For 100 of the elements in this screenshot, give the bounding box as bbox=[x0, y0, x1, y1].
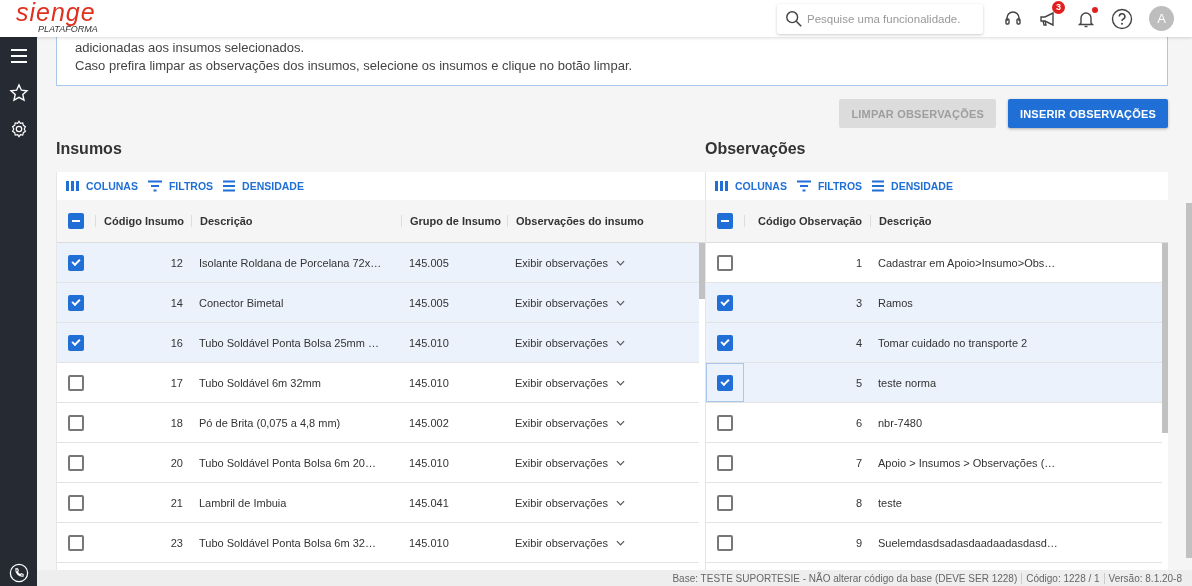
chevron-down-icon[interactable] bbox=[615, 299, 625, 306]
chevron-down-icon[interactable] bbox=[615, 539, 625, 546]
row-checkbox[interactable] bbox=[717, 254, 733, 271]
table-cell-text: 6 bbox=[854, 416, 863, 429]
search-field[interactable]: Pesquise uma funcionalidade. bbox=[777, 3, 983, 34]
table-cell-text: 145.010 bbox=[408, 376, 450, 389]
table-cell-text: Tomar cuidado no transporte 2 bbox=[877, 336, 1029, 349]
row-checkbox[interactable] bbox=[68, 494, 84, 511]
select-all-checkbox[interactable] bbox=[68, 213, 84, 229]
table-row[interactable]: 7 Apoio > Insumos > Observações (… bbox=[706, 443, 1162, 483]
table-row[interactable]: 21 Lambril de Imbuia 145.041 Exibir observações bbox=[57, 483, 699, 523]
table-row[interactable]: 8 teste bbox=[706, 483, 1162, 523]
table-cell-text: Apoio > Insumos > Observações (… bbox=[877, 456, 1057, 469]
table-cell-text: Lambril de Imbuia bbox=[198, 496, 288, 509]
scrollbar-thumb[interactable] bbox=[1162, 243, 1168, 433]
table-cell-text: 145.041 bbox=[408, 496, 450, 509]
row-checkbox[interactable] bbox=[68, 414, 84, 431]
table-cell-text: 5 bbox=[854, 376, 863, 389]
table-cell-text: 4 bbox=[854, 336, 863, 349]
row-checkbox[interactable] bbox=[717, 454, 733, 471]
row-checkbox[interactable] bbox=[717, 414, 733, 431]
table-cell-text: 145.002 bbox=[408, 416, 450, 429]
density-icon bbox=[871, 180, 886, 192]
columns-icon bbox=[66, 180, 80, 192]
column-header[interactable]: Código Insumo bbox=[95, 215, 191, 227]
row-checkbox[interactable] bbox=[68, 454, 84, 471]
filter-icon bbox=[795, 180, 812, 192]
chevron-down-icon[interactable] bbox=[615, 499, 625, 506]
table-cell-text: 145.010 bbox=[408, 456, 450, 469]
row-checkbox[interactable] bbox=[717, 534, 733, 551]
insert-button[interactable]: INSERIR OBSERVAÇÕES bbox=[1007, 99, 1168, 128]
toolbar-button[interactable]: DENSIDADE bbox=[219, 180, 307, 192]
table-cell-text: 145.010 bbox=[408, 536, 450, 549]
table-row[interactable]: 23 Tubo Soldável Ponta Bolsa 6m 32… 145.010 Exibir observações bbox=[57, 523, 699, 563]
notification-badge: 3 bbox=[1052, 0, 1065, 14]
observations-dropdown[interactable]: Exibir observações bbox=[515, 336, 608, 349]
table-cell-text: Tubo Soldável Ponta Bolsa 6m 20… bbox=[198, 456, 377, 469]
toolbar-button[interactable]: FILTROS bbox=[143, 180, 217, 192]
table-row[interactable]: 14 Conector Bimetal 145.005 Exibir observações bbox=[57, 283, 699, 323]
observations-dropdown[interactable]: Exibir observações bbox=[515, 456, 608, 469]
table-row[interactable]: 6 nbr-7480 bbox=[706, 403, 1162, 443]
settings-icon[interactable] bbox=[9, 120, 28, 138]
info-text: Caso prefira limpar as observações dos insumos, selecione os insumos e clique no botão limpar. bbox=[75, 57, 634, 75]
status-text: Código: 1228 / 1 bbox=[1021, 572, 1104, 584]
help-icon[interactable] bbox=[1111, 7, 1133, 30]
phone-icon[interactable] bbox=[8, 563, 29, 583]
table-cell-text: Cadastrar em Apoio>Insumo>Obs… bbox=[877, 256, 1057, 269]
chevron-down-icon[interactable] bbox=[615, 339, 625, 346]
column-header[interactable]: Grupo de Insumo bbox=[401, 215, 507, 227]
observations-dropdown[interactable]: Exibir observações bbox=[515, 536, 608, 549]
observations-dropdown[interactable]: Exibir observações bbox=[515, 296, 608, 309]
toolbar-button[interactable]: FILTROS bbox=[792, 180, 866, 192]
logo[interactable]: sienge bbox=[16, 0, 126, 25]
table-row[interactable]: 20 Tubo Soldável Ponta Bolsa 6m 20… 145.010 Exibir observações bbox=[57, 443, 699, 483]
row-checkbox[interactable] bbox=[717, 494, 733, 511]
columns-icon bbox=[715, 180, 729, 192]
table-cell-text: 7 bbox=[854, 456, 863, 469]
scrollbar-thumb[interactable] bbox=[699, 243, 705, 299]
table-cell-text: 17 bbox=[169, 376, 184, 389]
row-checkbox[interactable] bbox=[717, 334, 733, 351]
row-checkbox[interactable] bbox=[68, 254, 84, 271]
page-scrollbar[interactable] bbox=[1186, 203, 1192, 558]
row-checkbox[interactable] bbox=[68, 374, 84, 391]
row-checkbox[interactable] bbox=[68, 294, 84, 311]
table-row[interactable]: 17 Tubo Soldável 6m 32mm 145.010 Exibir observações bbox=[57, 363, 699, 403]
select-all-checkbox[interactable] bbox=[717, 213, 733, 229]
row-checkbox[interactable] bbox=[68, 334, 84, 351]
table-row[interactable]: 4 Tomar cuidado no transporte 2 bbox=[706, 323, 1162, 363]
observations-dropdown[interactable]: Exibir observações bbox=[515, 256, 608, 269]
observations-dropdown[interactable]: Exibir observações bbox=[515, 416, 608, 429]
table-cell-text: Tubo Soldável Ponta Bolsa 25mm … bbox=[198, 336, 380, 349]
row-checkbox[interactable] bbox=[717, 374, 733, 391]
toolbar-button[interactable]: DENSIDADE bbox=[868, 180, 956, 192]
column-header[interactable]: Descrição bbox=[191, 215, 401, 227]
table-row[interactable]: 16 Tubo Soldável Ponta Bolsa 25mm … 145.010 Exibir observações bbox=[57, 323, 699, 363]
chevron-down-icon[interactable] bbox=[615, 419, 625, 426]
toolbar-button[interactable]: COLUNAS bbox=[712, 180, 790, 192]
table-cell-text: 145.005 bbox=[408, 256, 450, 269]
menu-icon[interactable] bbox=[8, 46, 29, 66]
table-cell-text: Pó de Brita (0,075 a 4,8 mm) bbox=[198, 416, 342, 429]
star-icon[interactable] bbox=[8, 83, 29, 103]
column-header[interactable]: Código Observação bbox=[744, 215, 870, 227]
density-icon bbox=[222, 180, 237, 192]
chevron-down-icon[interactable] bbox=[615, 379, 625, 386]
row-checkbox[interactable] bbox=[68, 534, 84, 551]
observations-dropdown[interactable]: Exibir observações bbox=[515, 376, 608, 389]
table-row[interactable]: 18 Pó de Brita (0,075 a 4,8 mm) 145.002 Exibir observações bbox=[57, 403, 699, 443]
table-cell-text: Tubo Soldável 6m 32mm bbox=[198, 376, 322, 389]
table-cell-text: 145.005 bbox=[408, 296, 450, 309]
chevron-down-icon[interactable] bbox=[615, 459, 625, 466]
column-header[interactable]: Descrição bbox=[870, 215, 1168, 227]
table-cell-text: Tubo Soldável Ponta Bolsa 6m 32… bbox=[198, 536, 377, 549]
table-row[interactable]: 5 teste norma bbox=[706, 363, 1162, 403]
table-row[interactable]: 3 Ramos bbox=[706, 283, 1162, 323]
row-checkbox[interactable] bbox=[717, 294, 733, 311]
table-row[interactable]: 9 Suelemdasdsadasdaadaadasdasd… bbox=[706, 523, 1162, 563]
chevron-down-icon[interactable] bbox=[615, 259, 625, 266]
table-row[interactable]: 12 Isolante Roldana de Porcelana 72x… 145.005 Exibir observações bbox=[57, 243, 699, 283]
toolbar-button[interactable]: COLUNAS bbox=[63, 180, 141, 192]
observations-dropdown[interactable]: Exibir observações bbox=[515, 496, 608, 509]
